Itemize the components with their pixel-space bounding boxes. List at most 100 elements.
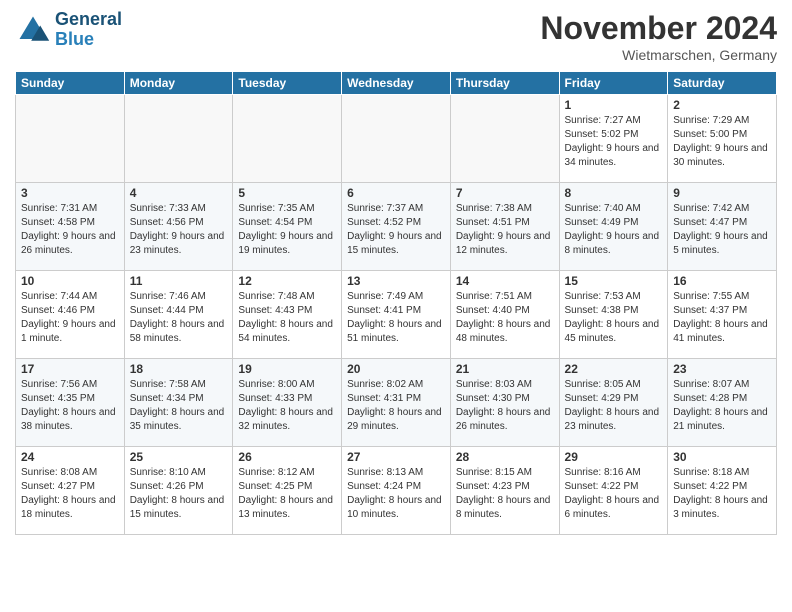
day-info: Sunrise: 7:29 AM Sunset: 5:00 PM Dayligh… (673, 114, 771, 170)
calendar-cell: 16 Sunrise: 7:55 AM Sunset: 4:37 PM Dayli… (668, 271, 777, 359)
day-info: Sunrise: 7:42 AM Sunset: 4:47 PM Dayligh… (673, 202, 771, 258)
calendar-cell (342, 95, 451, 183)
calendar-cell: 21Sunrise: 8:03 AM Sunset: 4:30 PM Dayli… (450, 359, 559, 447)
calendar-cell (16, 95, 125, 183)
day-number: 19 (238, 362, 336, 376)
calendar-week-row: 3Sunrise: 7:31 AM Sunset: 4:58 PM Daylig… (16, 183, 777, 271)
calendar-cell: 7 Sunrise: 7:38 AM Sunset: 4:51 PM Daylig… (450, 183, 559, 271)
calendar-cell: 5 Sunrise: 7:35 AM Sunset: 4:54 PM Daylig… (233, 183, 342, 271)
day-number: 26 (238, 450, 336, 464)
page: General Blue November 2024 Wietmarschen,… (0, 0, 792, 612)
weekday-header: Wednesday (342, 72, 451, 95)
calendar-cell: 26 Sunrise: 8:12 AM Sunset: 4:25 PM Dayli… (233, 447, 342, 535)
location: Wietmarschen, Germany (540, 47, 777, 63)
day-info: Sunrise: 7:40 AM Sunset: 4:49 PM Dayligh… (565, 202, 663, 258)
calendar-cell (124, 95, 233, 183)
day-info: Sunrise: 7:35 AM Sunset: 4:54 PM Dayligh… (238, 202, 336, 258)
day-info: Sunrise: 8:03 AM Sunset: 4:30 PM Dayligh… (456, 378, 554, 434)
day-number: 13 (347, 274, 445, 288)
calendar-cell: 22 Sunrise: 8:05 AM Sunset: 4:29 PM Dayli… (559, 359, 668, 447)
day-number: 10 (21, 274, 119, 288)
calendar-cell: 10 Sunrise: 7:44 AM Sunset: 4:46 PM Dayli… (16, 271, 125, 359)
day-info: Sunrise: 8:10 AM Sunset: 4:26 PM Dayligh… (130, 466, 228, 522)
day-number: 30 (673, 450, 771, 464)
day-info: Sunrise: 7:38 AM Sunset: 4:51 PM Dayligh… (456, 202, 554, 258)
day-number: 15 (565, 274, 663, 288)
day-number: 17 (21, 362, 119, 376)
day-info: Sunrise: 7:56 AM Sunset: 4:35 PM Dayligh… (21, 378, 119, 434)
calendar-cell: 15Sunrise: 7:53 AM Sunset: 4:38 PM Dayli… (559, 271, 668, 359)
day-number: 20 (347, 362, 445, 376)
day-number: 22 (565, 362, 663, 376)
calendar-cell: 2Sunrise: 7:29 AM Sunset: 5:00 PM Daylig… (668, 95, 777, 183)
calendar-cell: 4Sunrise: 7:33 AM Sunset: 4:56 PM Daylig… (124, 183, 233, 271)
calendar-cell: 12 Sunrise: 7:48 AM Sunset: 4:43 PM Dayli… (233, 271, 342, 359)
calendar-cell: 18 Sunrise: 7:58 AM Sunset: 4:34 PM Dayli… (124, 359, 233, 447)
day-info: Sunrise: 7:31 AM Sunset: 4:58 PM Dayligh… (21, 202, 119, 258)
calendar-cell: 20Sunrise: 8:02 AM Sunset: 4:31 PM Dayli… (342, 359, 451, 447)
day-info: Sunrise: 8:05 AM Sunset: 4:29 PM Dayligh… (565, 378, 663, 434)
day-number: 6 (347, 186, 445, 200)
calendar-cell: 3Sunrise: 7:31 AM Sunset: 4:58 PM Daylig… (16, 183, 125, 271)
day-info: Sunrise: 7:58 AM Sunset: 4:34 PM Dayligh… (130, 378, 228, 434)
day-info: Sunrise: 8:07 AM Sunset: 4:28 PM Dayligh… (673, 378, 771, 434)
calendar-header-row: SundayMondayTuesdayWednesdayThursdayFrid… (16, 72, 777, 95)
calendar-cell: 30Sunrise: 8:18 AM Sunset: 4:22 PM Dayli… (668, 447, 777, 535)
calendar-cell: 28 Sunrise: 8:15 AM Sunset: 4:23 PM Dayli… (450, 447, 559, 535)
logo-line2: Blue (55, 30, 122, 50)
day-number: 24 (21, 450, 119, 464)
day-number: 12 (238, 274, 336, 288)
calendar-week-row: 24 Sunrise: 8:08 AM Sunset: 4:27 PM Dayli… (16, 447, 777, 535)
header: General Blue November 2024 Wietmarschen,… (15, 10, 777, 63)
day-info: Sunrise: 8:15 AM Sunset: 4:23 PM Dayligh… (456, 466, 554, 522)
day-info: Sunrise: 7:51 AM Sunset: 4:40 PM Dayligh… (456, 290, 554, 346)
calendar-cell: 6 Sunrise: 7:37 AM Sunset: 4:52 PM Daylig… (342, 183, 451, 271)
day-info: Sunrise: 8:08 AM Sunset: 4:27 PM Dayligh… (21, 466, 119, 522)
day-number: 8 (565, 186, 663, 200)
day-number: 14 (456, 274, 554, 288)
calendar-cell: 11Sunrise: 7:46 AM Sunset: 4:44 PM Dayli… (124, 271, 233, 359)
day-number: 18 (130, 362, 228, 376)
day-info: Sunrise: 8:13 AM Sunset: 4:24 PM Dayligh… (347, 466, 445, 522)
weekday-header: Friday (559, 72, 668, 95)
calendar-cell: 23Sunrise: 8:07 AM Sunset: 4:28 PM Dayli… (668, 359, 777, 447)
day-info: Sunrise: 7:37 AM Sunset: 4:52 PM Dayligh… (347, 202, 445, 258)
calendar-week-row: 10 Sunrise: 7:44 AM Sunset: 4:46 PM Dayli… (16, 271, 777, 359)
weekday-header: Tuesday (233, 72, 342, 95)
weekday-header: Monday (124, 72, 233, 95)
day-number: 9 (673, 186, 771, 200)
day-number: 5 (238, 186, 336, 200)
calendar-cell: 27Sunrise: 8:13 AM Sunset: 4:24 PM Dayli… (342, 447, 451, 535)
month-title: November 2024 (540, 10, 777, 47)
logo-text: General Blue (55, 10, 122, 50)
logo: General Blue (15, 10, 122, 50)
calendar-cell: 1Sunrise: 7:27 AM Sunset: 5:02 PM Daylig… (559, 95, 668, 183)
calendar: SundayMondayTuesdayWednesdayThursdayFrid… (15, 71, 777, 535)
calendar-cell: 14 Sunrise: 7:51 AM Sunset: 4:40 PM Dayli… (450, 271, 559, 359)
calendar-cell: 13 Sunrise: 7:49 AM Sunset: 4:41 PM Dayli… (342, 271, 451, 359)
weekday-header: Sunday (16, 72, 125, 95)
day-number: 4 (130, 186, 228, 200)
calendar-cell (450, 95, 559, 183)
calendar-cell: 17 Sunrise: 7:56 AM Sunset: 4:35 PM Dayli… (16, 359, 125, 447)
day-info: Sunrise: 8:12 AM Sunset: 4:25 PM Dayligh… (238, 466, 336, 522)
day-info: Sunrise: 7:49 AM Sunset: 4:41 PM Dayligh… (347, 290, 445, 346)
day-info: Sunrise: 7:46 AM Sunset: 4:44 PM Dayligh… (130, 290, 228, 346)
day-number: 7 (456, 186, 554, 200)
calendar-cell (233, 95, 342, 183)
day-info: Sunrise: 7:48 AM Sunset: 4:43 PM Dayligh… (238, 290, 336, 346)
calendar-cell: 9 Sunrise: 7:42 AM Sunset: 4:47 PM Daylig… (668, 183, 777, 271)
day-number: 16 (673, 274, 771, 288)
logo-line1: General (55, 10, 122, 30)
day-number: 1 (565, 98, 663, 112)
weekday-header: Thursday (450, 72, 559, 95)
day-number: 25 (130, 450, 228, 464)
weekday-header: Saturday (668, 72, 777, 95)
calendar-cell: 29Sunrise: 8:16 AM Sunset: 4:22 PM Dayli… (559, 447, 668, 535)
day-number: 28 (456, 450, 554, 464)
day-info: Sunrise: 7:44 AM Sunset: 4:46 PM Dayligh… (21, 290, 119, 346)
calendar-cell: 8 Sunrise: 7:40 AM Sunset: 4:49 PM Daylig… (559, 183, 668, 271)
day-info: Sunrise: 7:55 AM Sunset: 4:37 PM Dayligh… (673, 290, 771, 346)
calendar-week-row: 17 Sunrise: 7:56 AM Sunset: 4:35 PM Dayli… (16, 359, 777, 447)
calendar-cell: 24 Sunrise: 8:08 AM Sunset: 4:27 PM Dayli… (16, 447, 125, 535)
